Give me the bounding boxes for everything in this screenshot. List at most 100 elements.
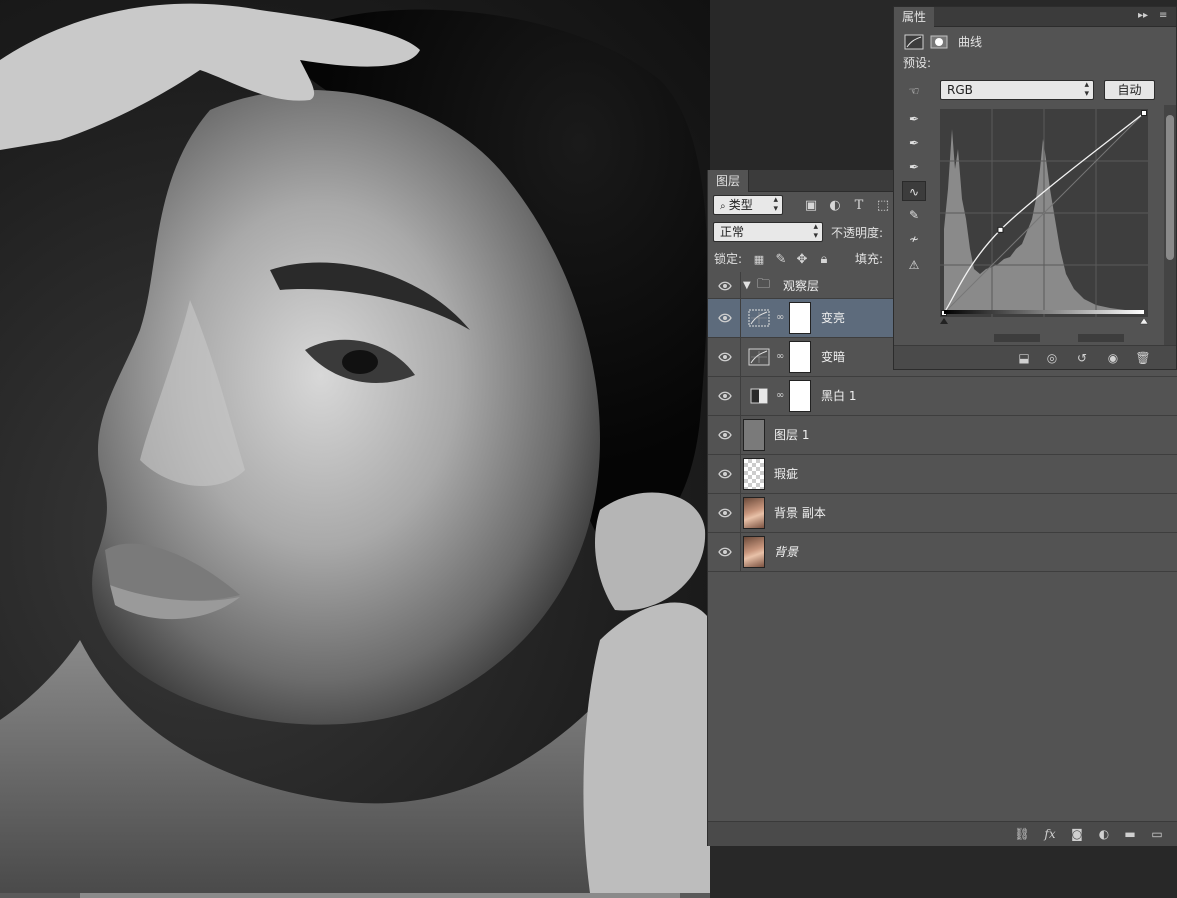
layer-name: 背景: [774, 545, 799, 559]
collapse-panel-icon[interactable]: ▸▸: [1138, 10, 1148, 21]
lock-pixels-icon[interactable]: ✎: [773, 252, 789, 268]
layer-row-black-white[interactable]: ∞ 黑白 1: [708, 377, 1177, 416]
clip-layer-icon[interactable]: ⬓: [1016, 350, 1032, 366]
layer-thumbnail[interactable]: [743, 419, 765, 451]
delete-icon[interactable]: 🗑︎: [1135, 350, 1151, 366]
adjustment-title: 曲线: [958, 35, 983, 49]
visibility-eye-icon[interactable]: [718, 507, 732, 519]
filter-pixel-icon[interactable]: ▣: [803, 198, 819, 214]
layers-panel-footer: ⛓ fx ◙ ◐ ▬ ▭: [708, 821, 1177, 846]
portrait-image: [0, 3, 710, 893]
visibility-eye-icon[interactable]: [718, 312, 732, 324]
input-value-field[interactable]: [994, 334, 1040, 342]
group-expand-triangle-icon[interactable]: ▼: [743, 278, 751, 294]
fx-icon[interactable]: fx: [1042, 826, 1058, 842]
blend-mode-value: 正常: [720, 225, 745, 239]
panel-menu-icon[interactable]: ≡: [1159, 10, 1167, 21]
mask-link-icon[interactable]: ∞: [776, 349, 784, 365]
output-value-field[interactable]: [1078, 334, 1124, 342]
layer-mask-thumbnail[interactable]: [789, 302, 811, 334]
black-white-adjustment-icon: [750, 388, 768, 404]
properties-scrollbar[interactable]: [1164, 105, 1176, 345]
layer-row-background-copy[interactable]: 背景 副本: [708, 494, 1177, 533]
eye-divider: [740, 416, 741, 455]
layer-thumbnail[interactable]: [743, 497, 765, 529]
folder-icon: 🗀: [757, 277, 771, 292]
curve-control-point[interactable]: [997, 226, 1004, 233]
reset-icon[interactable]: ↺: [1074, 350, 1090, 366]
layer-name: 变暗: [821, 350, 846, 364]
tab-properties[interactable]: 属性: [894, 7, 935, 27]
adjustment-icon[interactable]: ◐: [1096, 826, 1112, 842]
eye-divider: [740, 338, 741, 377]
blend-mode-select[interactable]: 正常 ▴ ▾: [713, 222, 823, 242]
visibility-eye-icon[interactable]: [718, 468, 732, 480]
white-point-slider[interactable]: [1139, 317, 1149, 325]
layer-mask-thumbnail[interactable]: [789, 341, 811, 373]
targeted-adjust-icon[interactable]: ☜: [902, 81, 926, 101]
updown-arrows-icon: ▴ ▾: [773, 195, 778, 214]
visibility-eye-icon[interactable]: [718, 390, 732, 402]
layer-name: 瑕疵: [774, 467, 799, 481]
auto-button[interactable]: 自动: [1104, 80, 1155, 100]
lock-label: 锁定:: [714, 252, 743, 266]
mask-link-icon[interactable]: ∞: [776, 310, 784, 326]
layer-row-background[interactable]: 背景: [708, 533, 1177, 572]
black-point-slider[interactable]: [940, 318, 948, 324]
photoshop-workspace: 图层 ⌕ 类型 ▴▾ ▣ ◐ T ⬚ 正常 ▴▾ 不透明度: 锁定: ▦ ✎: [0, 0, 1177, 898]
filter-adjustment-icon[interactable]: ◐: [827, 198, 843, 214]
opacity-label: 不透明度:: [831, 226, 884, 240]
layer-thumbnail[interactable]: [743, 536, 765, 568]
eye-divider: [740, 455, 741, 494]
visibility-eye-icon[interactable]: [718, 280, 732, 292]
layer-name: 背景 副本: [774, 506, 826, 520]
visibility-icon[interactable]: ◉: [1105, 350, 1121, 366]
new-layer-icon[interactable]: ▭: [1149, 826, 1165, 842]
curves-graph[interactable]: [940, 109, 1148, 317]
link-icon[interactable]: ⛓: [1014, 826, 1030, 842]
tab-layers[interactable]: 图层: [708, 170, 750, 192]
scrollbar-thumb[interactable]: [80, 893, 680, 898]
eye-divider: [740, 377, 741, 416]
visibility-eye-icon[interactable]: [718, 429, 732, 441]
visibility-eye-icon[interactable]: [718, 351, 732, 363]
curves-adjustment-icon: [748, 309, 770, 327]
black-eyedropper-icon[interactable]: ✒: [902, 109, 926, 129]
curve-control-point[interactable]: [1141, 110, 1147, 116]
pencil-icon[interactable]: ✎: [902, 205, 926, 225]
layer-row-layer-1[interactable]: 图层 1: [708, 416, 1177, 455]
filter-shape-icon[interactable]: ⬚: [875, 198, 891, 214]
channel-value: RGB: [947, 83, 973, 97]
folder-icon[interactable]: ▬: [1122, 826, 1138, 842]
add-mask-icon[interactable]: ◙: [1069, 826, 1085, 842]
layer-mask-thumbnail[interactable]: [789, 380, 811, 412]
filter-type-icon[interactable]: T: [851, 198, 867, 214]
properties-panel-tabbar: 属性 ▸▸ ≡: [894, 7, 1176, 27]
input-gradient-bar: [940, 310, 1149, 325]
lock-all-icon[interactable]: 🔒︎: [816, 252, 832, 268]
curve-point-icon[interactable]: ∿: [902, 181, 926, 201]
smooth-icon[interactable]: ≁: [902, 229, 926, 249]
channel-select[interactable]: RGB ▴ ▾: [940, 80, 1094, 100]
layer-name: 变亮: [821, 311, 846, 325]
layer-row-blemish[interactable]: 瑕疵: [708, 455, 1177, 494]
mask-link-icon[interactable]: ∞: [776, 388, 784, 404]
preset-label: 预设:: [903, 56, 932, 70]
lock-transparency-icon[interactable]: ▦: [751, 252, 767, 268]
layer-mask-icon[interactable]: [930, 34, 948, 50]
layer-thumbnail[interactable]: [743, 458, 765, 490]
curves-adjustment-icon: [748, 348, 770, 366]
view-previous-icon[interactable]: ◎: [1044, 350, 1060, 366]
document-canvas[interactable]: [0, 0, 710, 893]
white-eyedropper-icon[interactable]: ✒: [902, 157, 926, 177]
filter-kind-select[interactable]: ⌕ 类型 ▴ ▾: [713, 195, 783, 215]
canvas-horizontal-scrollbar[interactable]: [0, 893, 710, 898]
fill-label: 填充:: [855, 252, 884, 266]
lock-position-icon[interactable]: ✥: [794, 252, 810, 268]
visibility-eye-icon[interactable]: [718, 546, 732, 558]
properties-panel: 属性 ▸▸ ≡ 曲线 预设: ☜ RGB ▴ ▾ 自动 ✒ ✒ ✒ ∿ ✎ ≁ ⚠: [893, 6, 1177, 370]
scrollbar-thumb[interactable]: [1166, 115, 1174, 260]
layer-name: 黑白 1: [821, 389, 857, 403]
gray-eyedropper-icon[interactable]: ✒: [902, 133, 926, 153]
clipping-warning-icon[interactable]: ⚠: [902, 255, 926, 275]
